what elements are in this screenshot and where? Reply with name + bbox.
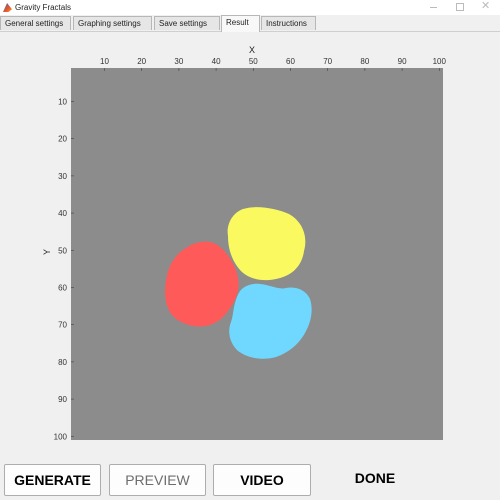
y-tick-label: 20 <box>58 135 67 144</box>
y-tick-label: 30 <box>58 172 67 181</box>
y-axis-ticks: 10 20 30 40 50 60 70 80 90 100 <box>54 97 74 441</box>
window-title: Gravity Fractals <box>15 3 72 12</box>
tab-result[interactable]: Result <box>221 15 260 32</box>
matlab-icon <box>3 3 12 12</box>
maximize-button[interactable] <box>446 0 473 15</box>
fractal-plot[interactable]: X Y 10 20 30 40 50 60 70 80 90 100 10 20 30 40 50 60 70… <box>0 32 500 456</box>
y-tick-label: 60 <box>58 283 67 292</box>
preview-button[interactable]: PREVIEW <box>109 464 206 496</box>
y-tick-label: 90 <box>58 395 67 404</box>
x-tick-label: 40 <box>212 57 221 66</box>
minimize-button[interactable] <box>419 0 446 15</box>
result-figure: X Y 10 20 30 40 50 60 70 80 90 100 10 20 30 40 50 60 70… <box>0 32 500 456</box>
video-button[interactable]: VIDEO <box>213 464 311 496</box>
x-tick-label: 20 <box>137 57 146 66</box>
close-icon: ✕ <box>481 0 491 12</box>
done-status: DONE <box>354 470 396 486</box>
tab-general-settings[interactable]: General settings <box>0 16 71 30</box>
tab-graphing-settings[interactable]: Graphing settings <box>73 16 152 30</box>
x-tick-label: 10 <box>100 57 109 66</box>
y-tick-label: 70 <box>58 321 67 330</box>
y-tick-label: 50 <box>58 246 67 255</box>
minimize-icon <box>430 7 437 8</box>
tab-save-settings[interactable]: Save settings <box>154 16 220 30</box>
tab-instructions[interactable]: Instructions <box>261 16 316 30</box>
maximize-icon <box>456 3 464 11</box>
title-bar: Gravity Fractals ✕ <box>0 0 500 15</box>
generate-button[interactable]: GENERATE <box>4 464 101 496</box>
window-controls: ✕ <box>419 0 500 15</box>
x-tick-label: 50 <box>249 57 258 66</box>
close-button[interactable]: ✕ <box>473 0 500 15</box>
x-tick-label: 90 <box>398 57 407 66</box>
x-tick-label: 80 <box>360 57 369 66</box>
x-axis-label: X <box>249 45 255 55</box>
y-tick-label: 100 <box>54 432 68 441</box>
x-tick-label: 70 <box>323 57 332 66</box>
x-tick-label: 60 <box>286 57 295 66</box>
action-bar: GENERATE PREVIEW VIDEO DONE <box>0 456 500 500</box>
y-tick-label: 80 <box>58 358 67 367</box>
tab-bar: General settings Graphing settings Save … <box>0 15 500 32</box>
y-tick-label: 10 <box>58 97 67 106</box>
y-axis-label: Y <box>42 249 52 255</box>
y-tick-label: 40 <box>58 209 67 218</box>
x-tick-label: 100 <box>433 57 447 66</box>
x-tick-label: 30 <box>174 57 183 66</box>
